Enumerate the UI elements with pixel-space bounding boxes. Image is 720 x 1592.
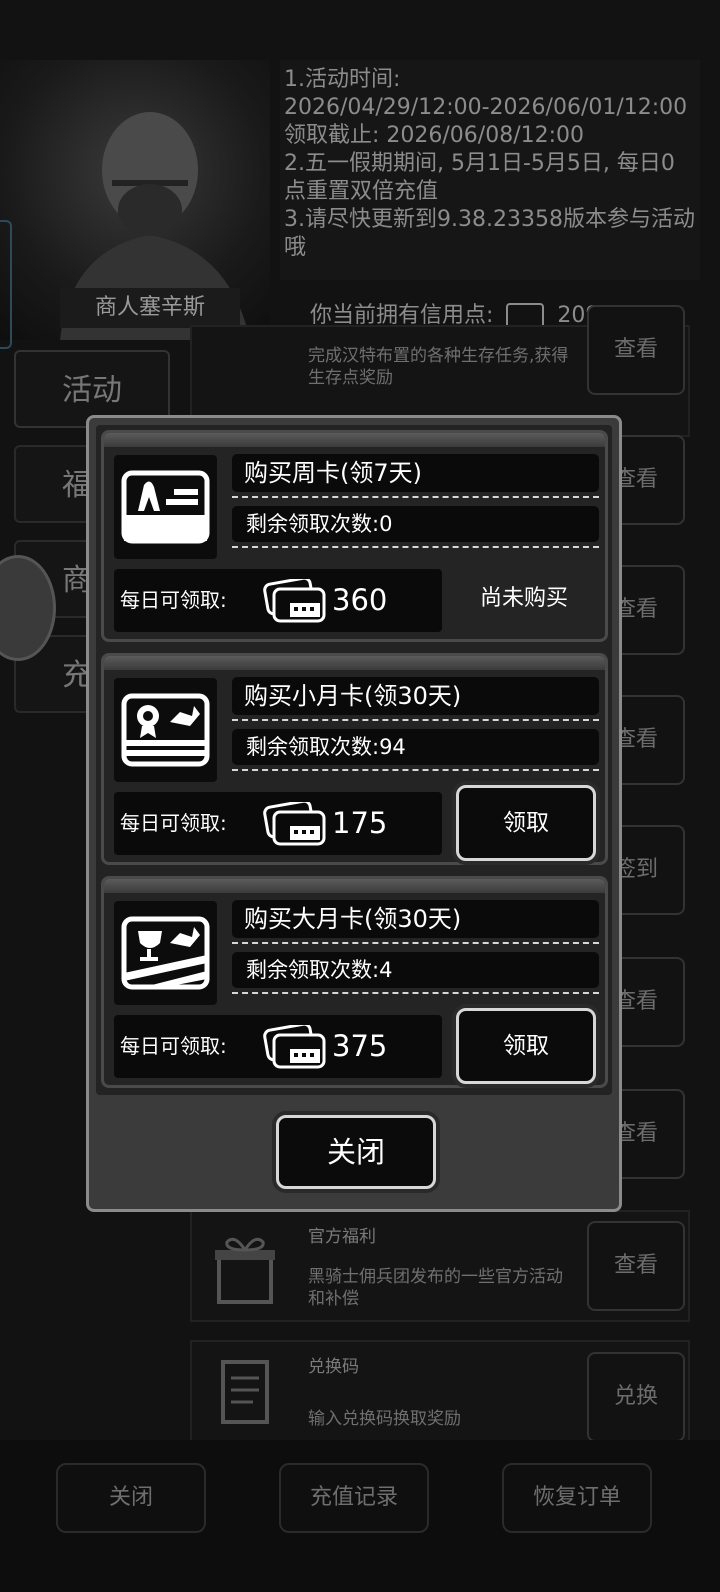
small-monthly-card-panel: 购买小月卡(领30天) 剩余领取次数:94 每日可领取: 175 领取 [101, 653, 608, 865]
daily-reward-value: 175 [332, 806, 388, 840]
gift-box-icon [205, 1228, 285, 1308]
card-title: 购买小月卡(领30天) [232, 677, 599, 715]
activity-row-button[interactable]: 查看 [587, 305, 685, 395]
daily-reward-box: 每日可领取: 375 [114, 1015, 442, 1078]
side-strip [0, 220, 12, 349]
small-monthly-card-icon [114, 678, 217, 782]
event-notice: 1.活动时间: 2026/04/29/12:00-2026/06/01/12:0… [280, 60, 700, 280]
daily-reward-box: 每日可领取: 175 [114, 792, 442, 855]
divider [232, 719, 599, 721]
card-title: 购买周卡(领7天) [232, 454, 599, 492]
daily-reward-value: 375 [332, 1029, 388, 1063]
daily-reward-label: 每日可领取: [120, 588, 227, 612]
card-header-bar [104, 433, 605, 447]
daily-reward-box: 每日可领取: 360 [114, 569, 442, 632]
daily-reward-label: 每日可领取: [120, 811, 227, 835]
claim-button[interactable]: 领取 [456, 785, 596, 861]
card-title: 购买大月卡(领30天) [232, 900, 599, 938]
monthly-card-dialog: 购买周卡(领7天) 剩余领取次数:0 每日可领取: 360 尚未购买 购买小月卡… [86, 415, 622, 1212]
weekly-card-icon [114, 455, 217, 559]
activity-row-title: 兑换码 [308, 1357, 359, 1377]
credit-card-icon [262, 799, 326, 846]
activity-row-title: 官方福利 [308, 1227, 376, 1247]
scroll-icon [205, 1350, 285, 1430]
remaining-count: 剩余领取次数:4 [232, 952, 599, 988]
activity-row-button[interactable]: 兑换 [587, 1352, 685, 1442]
big-monthly-card-panel: 购买大月卡(领30天) 剩余领取次数:4 每日可领取: 375 领取 [101, 876, 608, 1088]
close-dialog-button[interactable]: 关闭 [276, 1115, 436, 1189]
merchant-name: 商人塞辛斯 [60, 288, 240, 328]
activity-row-button[interactable]: 查看 [587, 1221, 685, 1311]
card-list: 购买周卡(领7天) 剩余领取次数:0 每日可领取: 360 尚未购买 购买小月卡… [96, 425, 612, 1095]
remaining-count: 剩余领取次数:0 [232, 506, 599, 542]
divider [232, 496, 599, 498]
restore-order-button[interactable]: 恢复订单 [502, 1463, 652, 1533]
activity-row-desc: 完成汉特布置的各种生存任务,获得生存点奖励 [308, 346, 569, 388]
not-purchased-status: 尚未购买 [479, 586, 568, 611]
card-header-bar [104, 656, 605, 670]
divider [232, 992, 599, 994]
card-header-bar [104, 879, 605, 893]
activity-row-desc: 输入兑换码换取奖励 [308, 1409, 461, 1429]
remaining-count: 剩余领取次数:94 [232, 729, 599, 765]
bottom-close-button[interactable]: 关闭 [56, 1463, 206, 1533]
credit-card-icon [262, 576, 326, 623]
divider [232, 546, 599, 548]
claim-button[interactable]: 领取 [456, 1008, 596, 1084]
divider [232, 942, 599, 944]
big-monthly-card-icon [114, 901, 217, 1005]
weekly-card-panel: 购买周卡(领7天) 剩余领取次数:0 每日可领取: 360 尚未购买 [101, 430, 608, 642]
recharge-history-button[interactable]: 充值记录 [279, 1463, 429, 1533]
daily-reward-label: 每日可领取: [120, 1034, 227, 1058]
daily-reward-value: 360 [332, 583, 388, 617]
divider [232, 769, 599, 771]
credit-card-icon [262, 1022, 326, 1069]
activity-row-desc: 黑骑士佣兵团发布的一些官方活动和补偿 [308, 1267, 563, 1309]
